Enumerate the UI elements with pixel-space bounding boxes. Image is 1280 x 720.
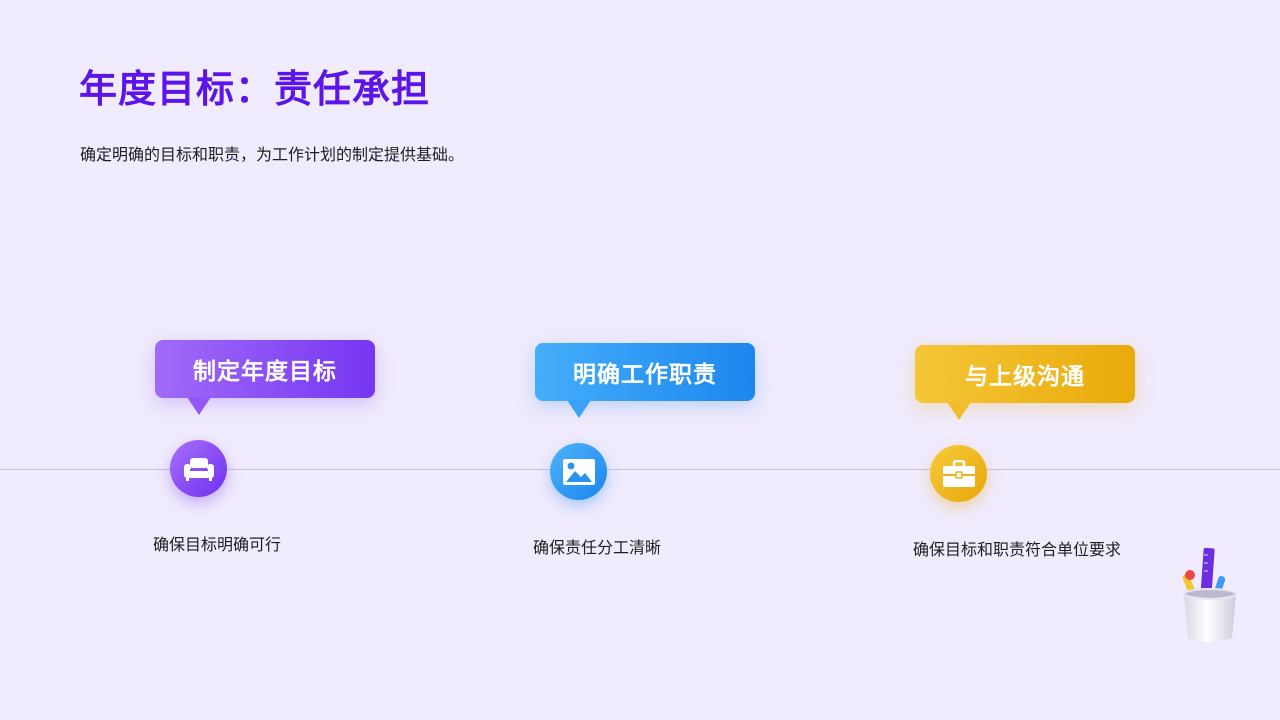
step-3-label: 与上级沟通 <box>965 364 1085 390</box>
step-3-label-bubble: 与上级沟通 <box>915 345 1135 420</box>
step-2-icon-circle <box>550 443 607 500</box>
sofa-icon <box>183 457 214 481</box>
step-3-description: 确保目标和职责符合单位要求 <box>913 540 1122 559</box>
step-2-label: 明确工作职责 <box>573 362 717 388</box>
page-subtitle: 确定明确的目标和职责，为工作计划的制定提供基础。 <box>80 145 465 164</box>
step-1-label-bubble: 制定年度目标 <box>155 340 375 415</box>
slide: 年度目标：责任承担 确定明确的目标和职责，为工作计划的制定提供基础。 制定年度目… <box>0 0 1280 720</box>
page-title: 年度目标：责任承担 <box>79 67 431 111</box>
pencil-cup-icon <box>1182 547 1237 642</box>
step-2-label-bubble: 明确工作职责 <box>535 343 755 418</box>
briefcase-icon <box>942 459 975 487</box>
step-3-icon-circle <box>930 445 987 502</box>
step-1-icon-circle <box>170 440 227 497</box>
image-icon <box>562 458 595 485</box>
step-1-label: 制定年度目标 <box>193 359 337 385</box>
step-2-description: 确保责任分工清晰 <box>533 538 662 557</box>
step-1-description: 确保目标明确可行 <box>153 535 282 554</box>
